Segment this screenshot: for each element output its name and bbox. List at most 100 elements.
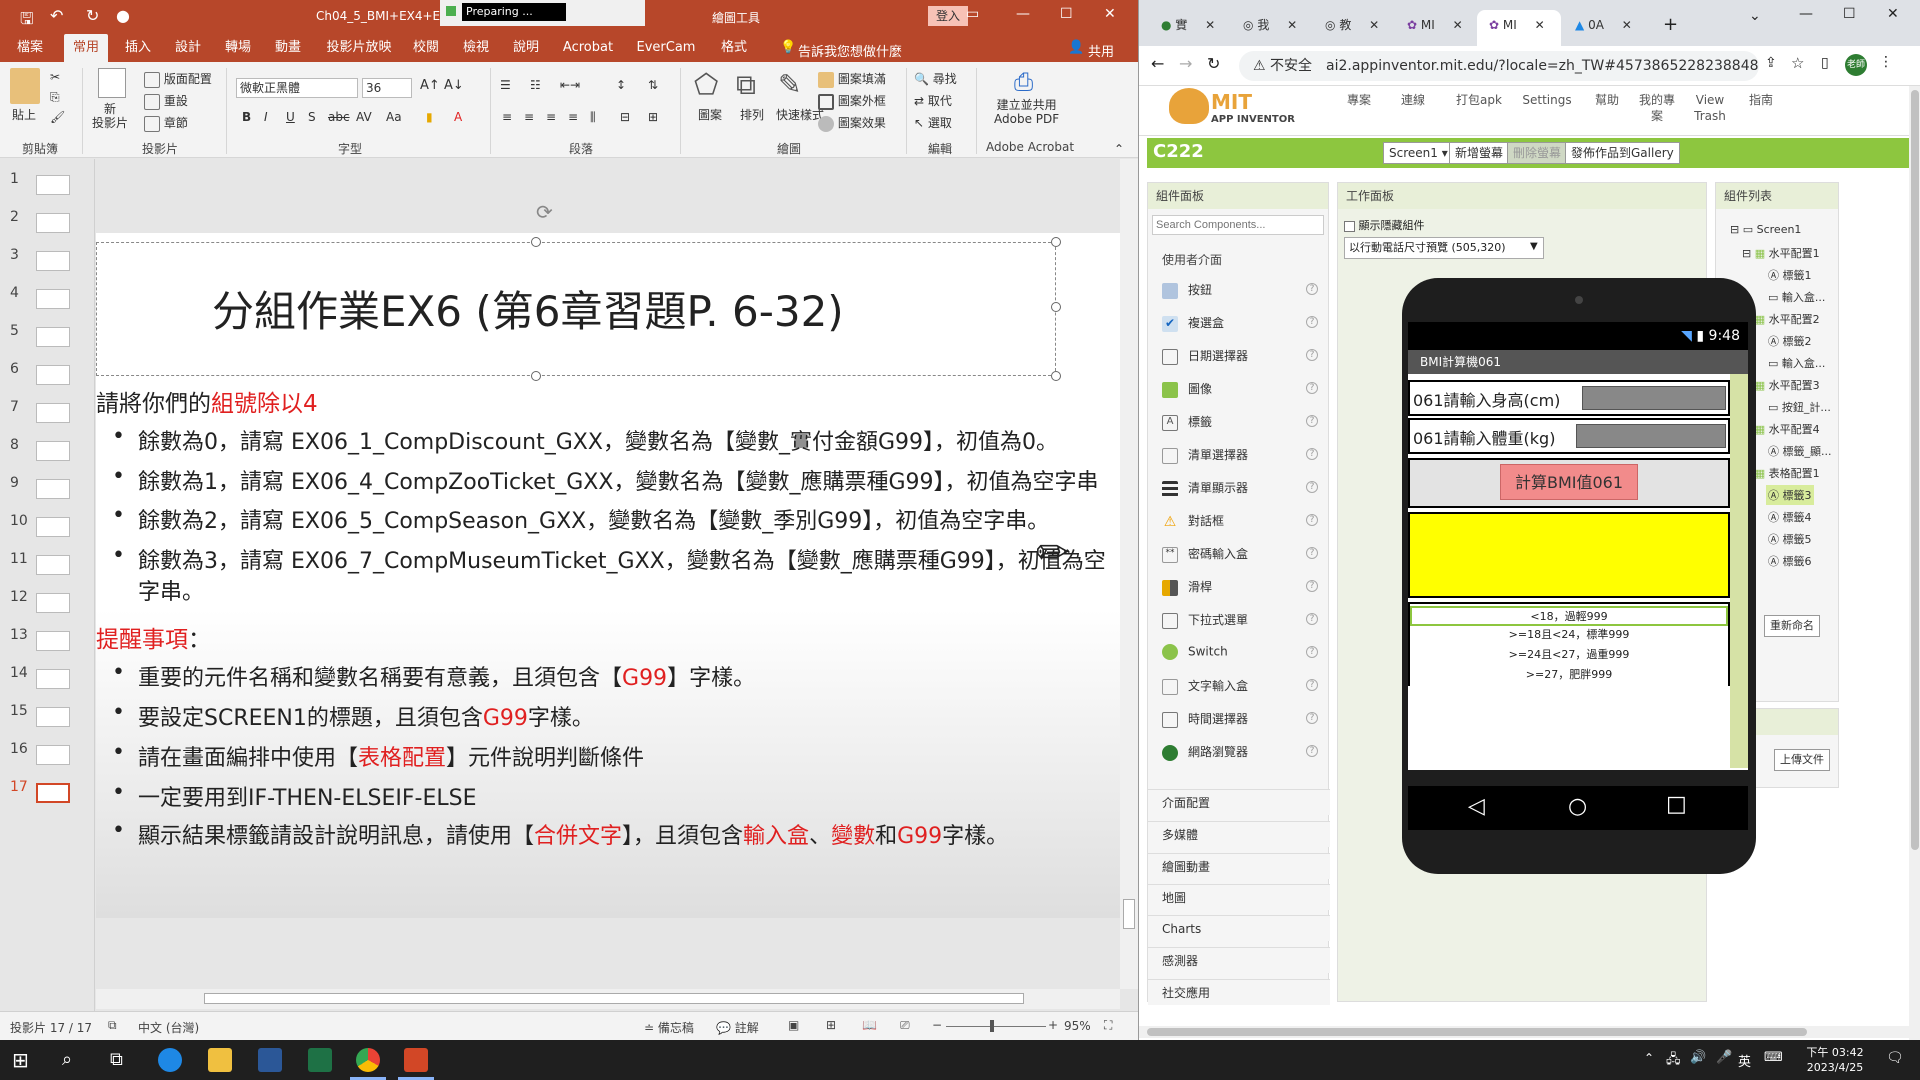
excel-icon[interactable]	[308, 1048, 332, 1072]
palette-item-textbox[interactable]: 文字輸入盒	[1162, 677, 1248, 695]
clock-date[interactable]: 2023/4/25	[1800, 1061, 1870, 1074]
align-center-icon[interactable]: ≡	[524, 110, 534, 124]
category-media[interactable]: 多媒體	[1148, 821, 1330, 847]
help-icon[interactable]: ?	[1306, 382, 1318, 394]
tree-node-screen1[interactable]: ⊟ ▭ Screen1	[1730, 223, 1801, 236]
tab-animations[interactable]: 動畫	[266, 34, 310, 62]
pdf-icon[interactable]: ⎙	[1014, 68, 1033, 96]
help-icon[interactable]: ?	[1306, 514, 1318, 526]
menu-kebab-icon[interactable]: ⋮	[1879, 54, 1893, 70]
palette-item-notifier[interactable]: ⚠ 對話框	[1162, 512, 1224, 530]
height-input[interactable]	[1582, 386, 1726, 410]
chrome-icon[interactable]	[356, 1048, 380, 1072]
tab-close-icon[interactable]: ✕	[1287, 18, 1297, 32]
slide-thumb[interactable]	[36, 365, 70, 385]
save-icon[interactable]: 🖫	[20, 8, 34, 35]
case-icon[interactable]: Aa	[386, 110, 402, 124]
tab-home[interactable]: 常用	[64, 34, 108, 62]
table-cell-selected[interactable]: <18，過輕999	[1410, 606, 1728, 626]
scroll-thumb[interactable]	[1123, 899, 1135, 929]
ui-category[interactable]: 使用者介面	[1162, 251, 1222, 268]
create-pdf-button[interactable]: 建立並共用 Adobe PDF	[994, 98, 1059, 126]
quick-styles-icon[interactable]: ✎	[778, 68, 801, 101]
slide-thumb[interactable]	[36, 403, 70, 423]
slide-thumb[interactable]	[36, 669, 70, 689]
slideshow-icon[interactable]: ⎚	[900, 1018, 910, 1033]
upload-button[interactable]: 上傳文件	[1774, 749, 1830, 771]
normal-view-icon[interactable]: ▣	[788, 1018, 799, 1032]
resize-handle[interactable]	[531, 371, 541, 381]
resize-handle[interactable]	[531, 237, 541, 247]
notes-button[interactable]: ≐ 備忘稿	[644, 1019, 694, 1036]
tab-view[interactable]: 檢視	[454, 34, 498, 62]
fit-slide-icon[interactable]: ⛶	[1104, 1018, 1112, 1033]
reload-icon[interactable]: ↻	[1207, 54, 1220, 73]
address-bar[interactable]: ⚠ 不安全 ai2.appinventor.mit.edu/?locale=zh…	[1239, 51, 1759, 81]
tab-search-icon[interactable]: ⌄	[1749, 8, 1761, 24]
shape-fill-button[interactable]: 圖案填滿	[818, 70, 886, 88]
justify-icon[interactable]: ≡	[568, 110, 578, 124]
powerpoint-icon[interactable]	[404, 1048, 428, 1072]
palette-item-listpicker[interactable]: 清單選擇器	[1162, 446, 1248, 464]
tab-help[interactable]: 說明	[504, 34, 548, 62]
tab-close-icon[interactable]: ✕	[1622, 18, 1632, 32]
category-sensors[interactable]: 感測器	[1148, 947, 1330, 973]
paste-icon[interactable]	[10, 68, 40, 104]
reset-button[interactable]: 重設	[144, 92, 188, 110]
back-icon[interactable]: ←	[1151, 54, 1164, 73]
palette-item-timepicker[interactable]: 時間選擇器	[1162, 710, 1248, 728]
page-scrollbar[interactable]	[1909, 86, 1920, 1040]
undo-icon[interactable]: ↶	[50, 6, 63, 25]
task-view-icon[interactable]: ⧉	[110, 1049, 123, 1070]
share-button[interactable]: 共用	[1088, 41, 1114, 60]
help-icon[interactable]: ?	[1306, 448, 1318, 460]
resize-handle[interactable]	[1051, 237, 1061, 247]
palette-item-switch[interactable]: Switch	[1162, 644, 1228, 660]
tree-node-selected[interactable]: Ⓐ 標籤3	[1766, 485, 1814, 505]
page-hscroll-thumb[interactable]	[1147, 1028, 1807, 1036]
height-label[interactable]: 061請輸入身高(cm)	[1413, 387, 1560, 411]
screen-scroll-area[interactable]	[1730, 374, 1748, 768]
recents-nav-icon[interactable]: □	[1666, 792, 1687, 817]
replace-button[interactable]: ⇄ 取代	[914, 92, 952, 109]
bold-icon[interactable]: B	[242, 110, 251, 124]
resize-handle[interactable]	[1051, 371, 1061, 381]
hscroll-thumb[interactable]	[204, 993, 1024, 1004]
slide-thumb[interactable]	[36, 213, 70, 233]
zoom-level[interactable]: 95%	[1064, 1019, 1091, 1033]
component-search-input[interactable]	[1152, 215, 1324, 235]
slide-thumb-selected[interactable]	[36, 783, 70, 803]
cut-icon[interactable]: ✂	[50, 70, 60, 84]
edge-icon[interactable]	[158, 1048, 182, 1072]
avatar[interactable]: 老師	[1845, 54, 1867, 76]
font-color-icon[interactable]: A	[454, 110, 462, 124]
slide-thumb[interactable]	[36, 289, 70, 309]
screen-select[interactable]: Screen1 ▾	[1383, 142, 1454, 164]
record-icon[interactable]: ●	[116, 6, 130, 25]
palette-item-button[interactable]: 按鈕	[1162, 281, 1212, 299]
find-button[interactable]: 🔍 尋找	[914, 70, 957, 87]
tell-me-box[interactable]: 告訴我您想做什麼	[798, 41, 902, 60]
back-nav-icon[interactable]: ◁	[1468, 794, 1485, 819]
mit-logo-icon[interactable]	[1169, 88, 1209, 124]
category-charts[interactable]: Charts	[1148, 915, 1330, 941]
bullets-icon[interactable]: ☰	[500, 78, 511, 92]
help-icon[interactable]: ?	[1306, 613, 1318, 625]
palette-item-label[interactable]: A 標籤	[1162, 413, 1212, 431]
hidden-components-toggle[interactable]: 顯示隱藏組件	[1344, 217, 1425, 233]
new-slide-icon[interactable]	[98, 68, 126, 98]
align-text-icon[interactable]: ⊟	[620, 110, 630, 124]
help-icon[interactable]: ?	[1306, 745, 1318, 757]
calc-bmi-button[interactable]: 計算BMI值061	[1500, 464, 1638, 500]
collapse-ribbon-icon[interactable]: ⌃	[1114, 142, 1124, 156]
tab-review[interactable]: 校閱	[404, 34, 448, 62]
indent-icon[interactable]: ⇤⇥	[560, 78, 580, 92]
align-right-icon[interactable]: ≡	[546, 110, 556, 124]
section-button[interactable]: 章節	[144, 114, 188, 132]
browser-tab[interactable]: ◎ 教 ✕	[1313, 10, 1393, 46]
shape-effects-button[interactable]: 圖案效果	[818, 114, 886, 132]
tab-acrobat[interactable]: Acrobat	[558, 34, 618, 62]
slide-thumb[interactable]	[36, 593, 70, 613]
arrange-icon[interactable]: ⧉	[736, 68, 756, 102]
sorter-view-icon[interactable]: ⊞	[826, 1018, 836, 1032]
